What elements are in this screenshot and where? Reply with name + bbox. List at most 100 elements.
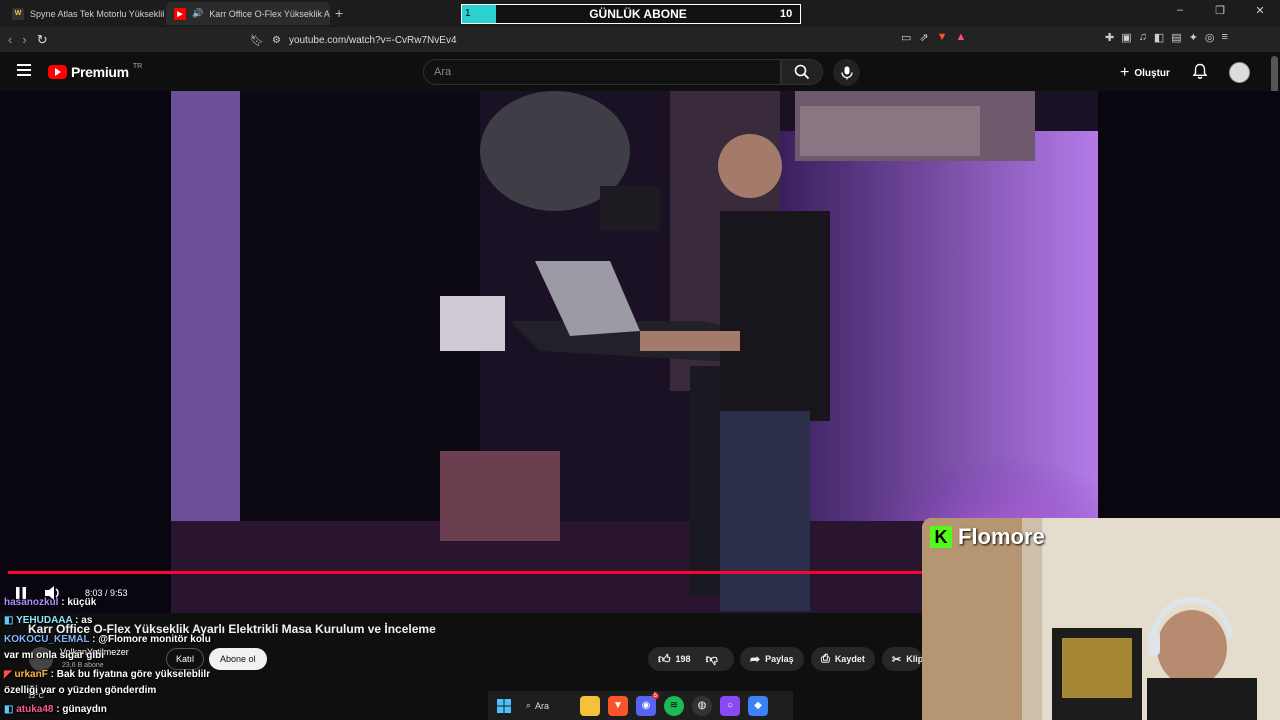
save-button[interactable]: ⎙ Kaydet xyxy=(811,647,875,671)
chat-username: YEHUDAAA xyxy=(16,615,73,626)
thumbs-up-icon: 👍︎ xyxy=(658,651,671,666)
create-label: Oluştur xyxy=(1134,67,1170,79)
vpn-icon[interactable]: ◎ xyxy=(1205,31,1215,44)
scissors-icon: ✂ xyxy=(892,653,902,666)
chat-message-continued: var mı onla sigar gibi xyxy=(4,650,104,661)
goal-target: 10 xyxy=(780,8,793,20)
create-button[interactable]: + Oluştur xyxy=(1120,64,1170,82)
dislike-button[interactable]: 👎︎ xyxy=(706,652,718,667)
like-button[interactable]: 👍︎ 198 xyxy=(658,652,691,667)
bookmark-icon[interactable]: 🔖︎ xyxy=(250,34,264,47)
bookmark-save-icon: ⎙ xyxy=(821,652,830,665)
chat-username: atuka48 xyxy=(16,704,54,715)
like-dislike-group: 👍︎ 198 👎︎ xyxy=(648,647,734,671)
clip-label: Klip xyxy=(906,654,922,664)
streaming-app-icon[interactable]: ○ xyxy=(720,695,740,716)
clip-button[interactable]: ✂ Klip xyxy=(882,647,922,671)
chat-text: var mı onla sigar gibi xyxy=(4,650,105,661)
chat-text: özelliği var o yüzden gönderdim xyxy=(4,685,157,696)
youtube-favicon-icon: ▶ xyxy=(174,7,186,20)
chat-message: ◧ atuka48 : günaydın xyxy=(4,704,107,715)
extensions-toolbar: ✚ ▣ ♫ ◧ ▤ ✦ ◎ ≡ xyxy=(1105,31,1228,44)
chat-text: Bak bu fiyatına göre yükseleblilr xyxy=(56,669,211,680)
hamburger-menu-icon[interactable] xyxy=(17,64,31,76)
notifications-button[interactable] xyxy=(1192,63,1208,85)
chat-message: ◧ YEHUDAAA : as xyxy=(4,615,93,626)
streamer-webcam: K Flomore xyxy=(922,518,1280,720)
music-icon[interactable]: ♫ xyxy=(1139,31,1147,44)
window-controls: – ❐ ✕ xyxy=(1160,4,1280,17)
search-icon xyxy=(794,64,810,80)
browser-tab-2[interactable]: ▶ 🔊 Karr Office O-Flex Yükseklik A ✕ xyxy=(166,2,330,25)
video-progress-fill xyxy=(8,571,1020,574)
obs-icon[interactable]: ◍ xyxy=(692,695,712,716)
bell-icon xyxy=(1192,63,1208,79)
browser-tab-1[interactable]: W Spyne Atlas Tek Motorlu Yükseklik Ay xyxy=(4,2,164,25)
sidebar-icon[interactable]: ◧ xyxy=(1154,31,1164,44)
weather-widget: 12°C xyxy=(28,693,44,700)
chat-badge-icon: ◧ xyxy=(4,615,14,626)
reload-icon[interactable]: ↻ xyxy=(37,32,48,48)
tab-title: Karr Office O-Flex Yükseklik A xyxy=(209,8,330,19)
chat-username: hasanozkul xyxy=(4,597,59,608)
subscribe-button[interactable]: Abone ol xyxy=(209,648,267,670)
join-button[interactable]: Katıl xyxy=(166,648,205,670)
microphone-icon xyxy=(840,66,853,79)
cast-icon[interactable]: ▭ xyxy=(901,31,911,44)
brave-shield-icon[interactable]: ▼ xyxy=(937,31,948,44)
region-code: TR xyxy=(132,62,143,70)
webcam-brand: K Flomore xyxy=(930,524,1045,550)
share-icon[interactable]: ⇗ xyxy=(919,31,928,44)
voice-search-button[interactable] xyxy=(833,59,860,86)
speaker-icon: 🔊 xyxy=(192,8,204,18)
goal-progress-fill: 1 xyxy=(462,5,496,23)
maximize-button[interactable]: ❐ xyxy=(1200,4,1240,17)
chat-text: @Flomore monitör kolu xyxy=(98,634,211,645)
screenshot-icon[interactable]: ▣ xyxy=(1121,31,1131,44)
chat-badge-icon: ◧ xyxy=(4,704,14,715)
browser-menu-icon[interactable]: ≡ xyxy=(1222,31,1228,44)
chat-message: ◤ urkanF : Bak bu fiyatına göre yükseleb… xyxy=(4,669,211,680)
url-field[interactable]: 🔖︎ ⚙︎ youtube.com/watch?v=-CvRw7NvEv4 xyxy=(246,30,991,50)
brave-rewards-icon[interactable]: ▲ xyxy=(956,31,967,44)
file-explorer-icon[interactable] xyxy=(580,695,600,716)
new-tab-button[interactable]: + xyxy=(335,5,343,21)
taskbar-search[interactable]: ⌕ Ara xyxy=(522,696,572,716)
brave-browser-icon[interactable]: ▼ xyxy=(608,695,628,716)
search-button[interactable] xyxy=(781,59,823,85)
daily-subscriber-goal-widget: 1 GÜNLÜK ABONE 10 xyxy=(461,4,801,24)
goal-label: GÜNLÜK ABONE xyxy=(589,7,687,21)
chat-message: hasanozkul : küçük xyxy=(4,597,97,608)
chat-username: urkanF xyxy=(14,669,48,680)
kick-logo-icon: K xyxy=(930,526,952,548)
notification-badge: 5 xyxy=(651,692,659,699)
chat-badge-icon: ◤ xyxy=(4,669,12,680)
search-icon: ⌕ xyxy=(526,700,532,710)
wallet-icon[interactable]: ▤ xyxy=(1171,31,1181,44)
discord-icon[interactable]: ◉ 5 xyxy=(636,692,659,716)
taskbar-search-label: Ara xyxy=(535,700,550,711)
ai-icon[interactable]: ✦ xyxy=(1189,31,1198,44)
chat-username: KOKOCU_KEMAL xyxy=(4,634,90,645)
forward-icon[interactable]: › xyxy=(22,32,26,48)
back-icon[interactable]: ‹ xyxy=(8,32,12,48)
search-input[interactable] xyxy=(423,59,781,85)
share-button[interactable]: ➦ Paylaş xyxy=(740,647,804,671)
extensions-icon[interactable]: ✚ xyxy=(1105,31,1114,44)
user-avatar[interactable] xyxy=(1229,62,1250,83)
minimize-button[interactable]: – xyxy=(1160,4,1200,17)
site-info-icon[interactable]: ⚙︎ xyxy=(272,35,281,46)
share-label: Paylaş xyxy=(765,654,794,664)
nav-buttons: ‹ › ↻ xyxy=(8,32,48,48)
subscriber-count: 23,6 B abone xyxy=(62,662,104,669)
spotify-icon[interactable]: ≋ xyxy=(664,695,684,716)
plus-icon: + xyxy=(1120,64,1130,81)
close-window-button[interactable]: ✕ xyxy=(1240,4,1280,17)
tab-title: Spyne Atlas Tek Motorlu Yükseklik Ay xyxy=(30,8,164,19)
windows-start-icon[interactable] xyxy=(494,696,514,716)
windows-taskbar: ⌕ Ara ▼ ◉ 5 ≋ ◍ ○ ◆ xyxy=(488,691,793,720)
youtube-premium-logo[interactable]: Premium TR xyxy=(48,62,143,80)
app-icon[interactable]: ◆ xyxy=(748,695,768,716)
save-label: Kaydet xyxy=(834,654,865,664)
chat-text: günaydın xyxy=(62,704,107,715)
